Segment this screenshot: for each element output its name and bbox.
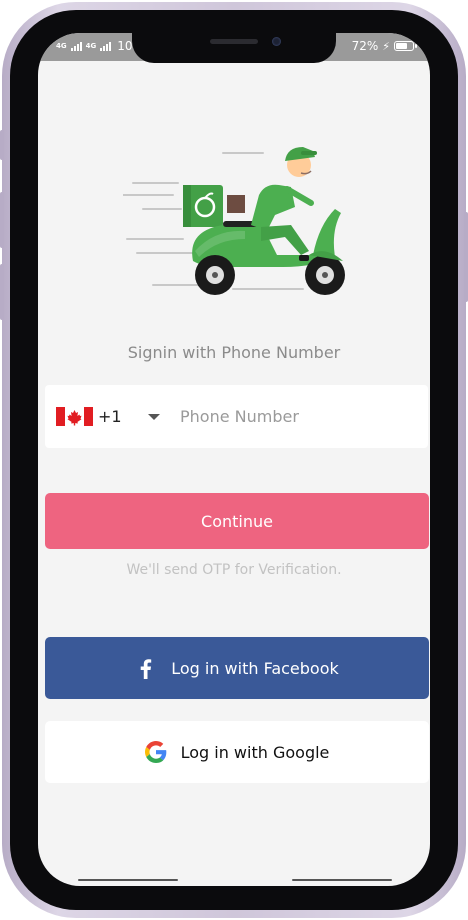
status-right: 72% ⚡ xyxy=(351,39,417,53)
phone-input-row: +1 xyxy=(45,385,428,448)
signal-icon-2 xyxy=(100,41,112,51)
app-screen: 4G 4G 10:3 72% ⚡ Signin with Phone Numbe… xyxy=(38,33,430,886)
status-left: 4G 4G 10:3 xyxy=(56,39,144,53)
battery-percent: 72% xyxy=(351,39,379,53)
front-camera xyxy=(272,37,281,46)
charging-icon: ⚡ xyxy=(382,39,390,53)
otp-note: We'll send OTP for Verification. xyxy=(126,562,342,578)
facebook-login-button[interactable]: Log in with Facebook xyxy=(45,637,429,699)
continue-button[interactable]: Continue xyxy=(45,493,429,549)
power-button xyxy=(464,212,468,302)
phone-bottom-edge xyxy=(40,879,430,883)
google-login-label: Log in with Google xyxy=(180,742,330,762)
facebook-icon xyxy=(140,659,152,679)
chevron-down-icon[interactable] xyxy=(148,413,160,420)
front-wheel xyxy=(305,255,345,295)
mute-switch xyxy=(0,130,4,160)
battery-fill xyxy=(396,43,407,49)
network-label-1: 4G xyxy=(56,41,67,50)
facebook-login-label: Log in with Facebook xyxy=(171,658,339,678)
battery-icon xyxy=(394,41,417,51)
rear-wheel xyxy=(195,255,235,295)
volume-down-button xyxy=(0,264,4,320)
delivery-box xyxy=(183,185,223,227)
country-code[interactable]: +1 xyxy=(98,407,138,426)
volume-up-button xyxy=(0,192,4,248)
canada-flag-icon[interactable] xyxy=(56,407,93,426)
phone-number-input[interactable] xyxy=(178,406,382,427)
signin-subtitle: Signin with Phone Number xyxy=(127,343,341,362)
google-login-button[interactable]: Log in with Google xyxy=(45,721,429,783)
notch xyxy=(132,33,336,63)
network-label-2: 4G xyxy=(85,41,97,50)
delivery-scooter-illustration xyxy=(123,147,345,295)
google-icon xyxy=(144,741,166,763)
signal-icon xyxy=(70,41,82,51)
speaker xyxy=(210,39,258,44)
